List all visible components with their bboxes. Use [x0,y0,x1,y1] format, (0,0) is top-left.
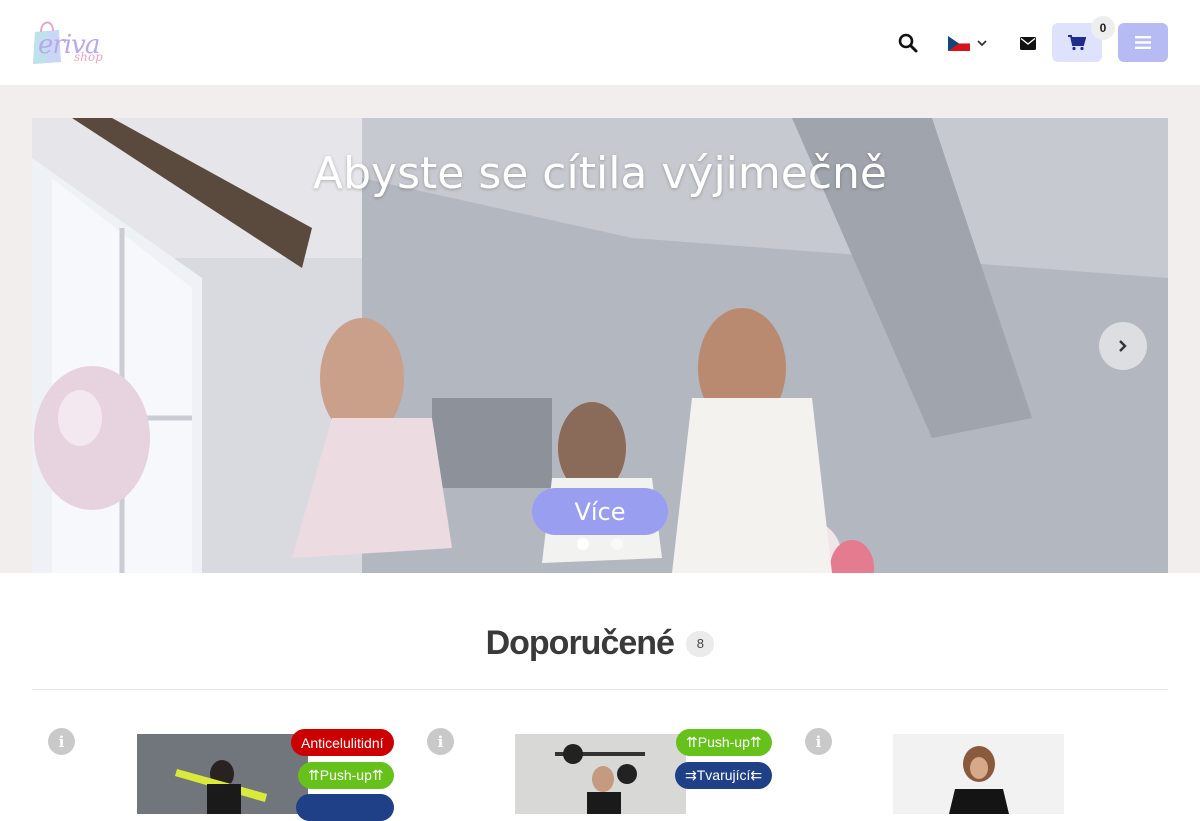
section-divider [32,689,1168,690]
product-image[interactable] [137,734,308,814]
badge-push-up: ⇈Push-up⇈ [676,729,772,756]
product-info-icon[interactable]: i [805,728,832,755]
product-photo [515,734,686,814]
badge-push-up: ⇈Push-up⇈ [298,762,394,789]
contact-button[interactable] [1013,28,1043,58]
hamburger-menu-icon [1135,36,1151,49]
product-info-icon[interactable]: i [48,728,75,755]
language-selector[interactable] [945,28,991,58]
product-info-icon[interactable]: i [427,728,454,755]
search-button[interactable] [893,28,923,58]
badge-anticellulite: Anticelulitidní [291,729,394,756]
slider-dot-2[interactable] [611,538,623,550]
search-icon [898,33,918,53]
hero-more-button[interactable]: Více [532,488,668,535]
badge-shaping [296,794,394,821]
hero-title: Abyste se cítila výjimečně [313,148,887,199]
slider-dot-1[interactable] [577,538,589,550]
site-header: eriva shop 0 [0,0,1200,85]
section-count-badge: 8 [686,630,715,657]
shopping-cart-icon [1068,34,1086,50]
site-logo[interactable]: eriva shop [32,16,106,68]
featured-section-heading: Doporučené 8 [0,624,1200,663]
logo-subtitle: shop [74,50,103,64]
badge-shaping: ⇉Tvarující⇇ [675,762,773,789]
product-image[interactable] [515,734,686,814]
menu-button[interactable] [1118,23,1168,62]
chevron-right-icon [1119,340,1127,352]
chevron-down-icon [977,40,987,47]
product-photo [893,734,1064,814]
czech-flag-icon [948,35,970,51]
envelope-icon [1020,36,1036,50]
cart-count-badge: 0 [1091,16,1115,40]
slider-next-button[interactable] [1099,322,1147,370]
section-title: Doporučené [485,624,675,662]
product-photo [137,734,308,814]
product-image[interactable] [893,734,1064,814]
